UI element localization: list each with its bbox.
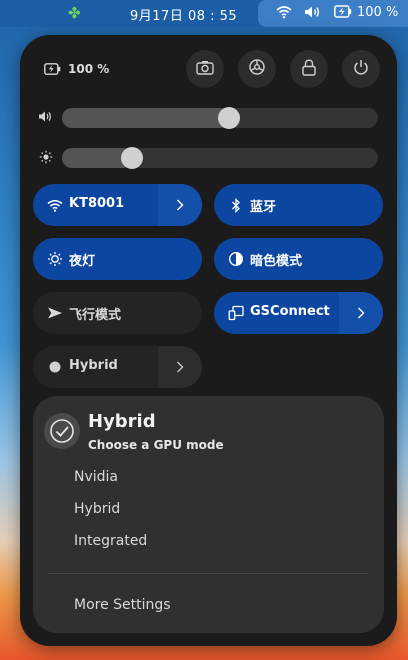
chevron-right-icon xyxy=(358,307,365,319)
brightness-icon xyxy=(39,150,53,167)
battery-label: 100 % xyxy=(68,62,110,76)
wifi-icon xyxy=(46,196,64,214)
volume-slider-handle[interactable] xyxy=(218,107,240,129)
lock-icon xyxy=(302,58,316,80)
gpu-option-hybrid[interactable]: Hybrid xyxy=(74,501,120,517)
volume-icon xyxy=(38,110,54,126)
night-light-label: 夜灯 xyxy=(69,254,96,269)
gsconnect-toggle[interactable]: GSConnect xyxy=(214,292,383,334)
wifi-label: KT8001 xyxy=(69,196,125,211)
airplane-mode-toggle[interactable]: 飞行模式 xyxy=(33,292,202,334)
lock-button[interactable] xyxy=(290,50,328,88)
gpu-option-integrated[interactable]: Integrated xyxy=(74,533,147,549)
battery-charging-icon xyxy=(334,5,352,22)
wifi-toggle[interactable]: KT8001 xyxy=(33,184,202,226)
clover-icon[interactable]: ✤ xyxy=(68,4,81,22)
screenshot-icon xyxy=(196,60,214,79)
screenshot-button[interactable] xyxy=(186,50,224,88)
bluetooth-icon xyxy=(227,196,245,214)
airplane-icon xyxy=(46,304,64,322)
bluetooth-toggle[interactable]: 蓝牙 xyxy=(214,184,383,226)
chevron-right-icon xyxy=(177,199,184,211)
chevron-right-icon xyxy=(177,361,184,373)
menu-divider xyxy=(48,573,368,574)
brightness-slider-handle[interactable] xyxy=(121,147,143,169)
gpu-menu-subtitle: Choose a GPU mode xyxy=(88,438,224,452)
night-light-toggle[interactable]: 夜灯 xyxy=(33,238,202,280)
more-settings-item[interactable]: More Settings xyxy=(74,597,171,613)
gpu-mode-dot-icon xyxy=(46,358,64,376)
gsconnect-menu-button[interactable] xyxy=(339,292,383,334)
gpu-option-nvidia[interactable]: Nvidia xyxy=(74,469,118,485)
brightness-slider[interactable] xyxy=(62,147,378,169)
gpu-menu-title: Hybrid xyxy=(88,411,156,432)
battery-percent: 100 % xyxy=(357,5,399,20)
gpu-mode-label: Hybrid xyxy=(69,358,118,373)
airplane-mode-label: 飞行模式 xyxy=(69,308,122,323)
gpu-mode-toggle[interactable]: Hybrid xyxy=(33,346,202,388)
bluetooth-label: 蓝牙 xyxy=(250,200,277,215)
dark-mode-label: 暗色模式 xyxy=(250,254,303,269)
volume-slider-fill xyxy=(62,108,229,128)
battery-status[interactable]: 100 % xyxy=(44,62,109,76)
settings-button[interactable] xyxy=(238,50,276,88)
settings-icon xyxy=(248,58,266,80)
wifi-icon xyxy=(276,5,292,23)
volume-slider[interactable] xyxy=(62,107,378,129)
system-tray[interactable]: 100 % xyxy=(258,0,408,27)
gsconnect-label: GSConnect xyxy=(250,304,330,319)
power-icon xyxy=(353,59,369,80)
dark-mode-toggle[interactable]: 暗色模式 xyxy=(214,238,383,280)
top-bar: ✤ 9月17日 08 : 55 100 % xyxy=(0,0,408,27)
power-button[interactable] xyxy=(342,50,380,88)
clock[interactable]: 9月17日 08 : 55 xyxy=(130,5,237,24)
wifi-menu-button[interactable] xyxy=(158,184,202,226)
volume-icon xyxy=(304,5,322,23)
dark-mode-icon xyxy=(227,250,245,268)
devices-icon xyxy=(227,304,245,322)
gpu-mode-check-icon xyxy=(44,413,80,449)
night-light-icon xyxy=(46,250,64,268)
battery-icon xyxy=(44,63,61,75)
gpu-mode-menu-button[interactable] xyxy=(158,346,202,388)
